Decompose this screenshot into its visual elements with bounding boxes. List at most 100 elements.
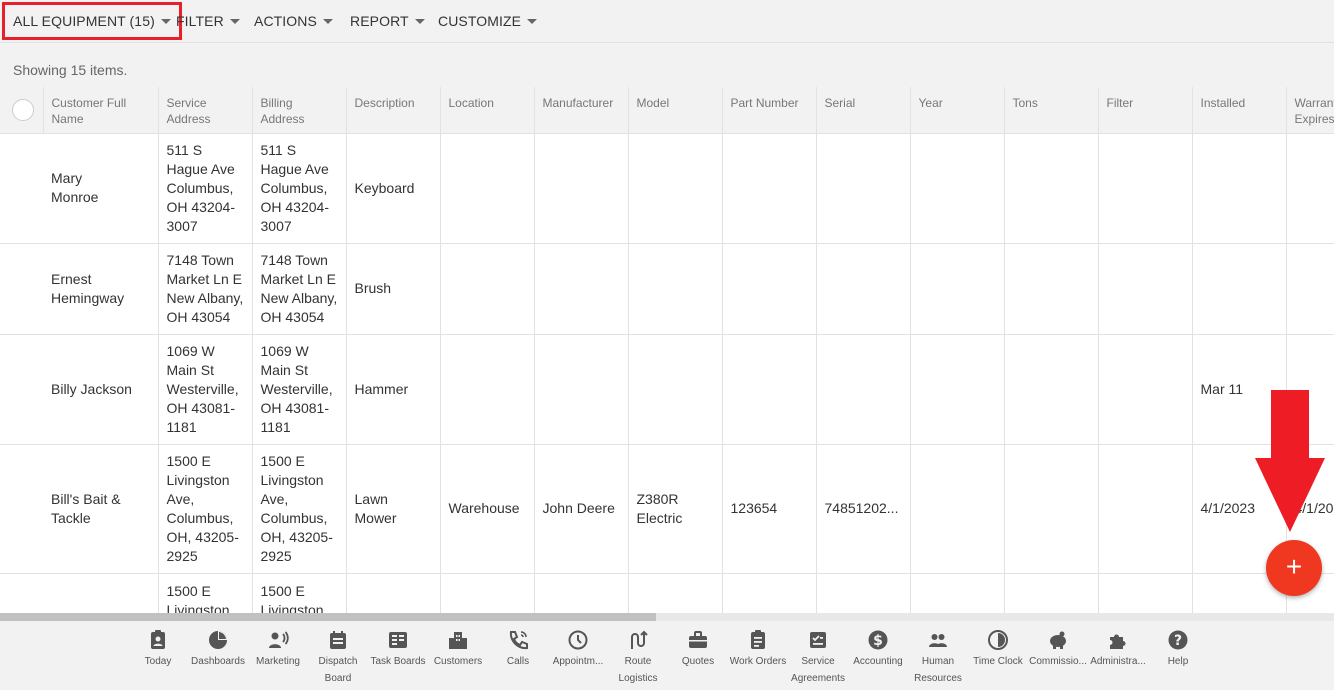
nav-item-task-boards[interactable]: Task Boards [368, 629, 428, 670]
nav-item-calls[interactable]: Calls [488, 629, 548, 670]
column-header[interactable]: Model [628, 87, 723, 134]
table-cell: 7148 Town Market Ln E New Albany, OH 430… [252, 243, 347, 335]
nav-item-marketing[interactable]: Marketing [248, 629, 308, 670]
annotation-arrow-icon [1255, 390, 1325, 532]
piggy-bank-icon [1050, 631, 1066, 649]
filter-menu[interactable]: FILTER [164, 0, 252, 43]
table-cell: Hammer [346, 334, 441, 445]
table-cell [816, 573, 911, 613]
table-cell: Billy Jackson [43, 334, 159, 445]
caret-down-icon [229, 19, 240, 24]
table-row[interactable]: Bill's Bait & Tackle 1500 E Livingston Av… [0, 444, 1334, 574]
nav-item-work-orders[interactable]: Work Orders [728, 629, 788, 670]
table-row[interactable]: Mary Monroe 511 S Hague Ave Columbus, OH … [0, 133, 1334, 244]
nav-item-human-resources[interactable]: Human Resources [908, 629, 968, 687]
nav-item-dashboards[interactable]: Dashboards [188, 629, 248, 670]
table-cell: Warehouse [440, 444, 535, 574]
table-cell [722, 243, 817, 335]
table-cell [1098, 444, 1193, 574]
column-header[interactable]: Billing Address [252, 87, 347, 134]
nav-item-dispatch-board[interactable]: Dispatch Board [308, 629, 368, 687]
table-cell: 74851202... [816, 444, 911, 574]
table-cell: Brush [346, 243, 441, 335]
table-row[interactable]: 1500 E Livingston 1500 E Livingston [0, 573, 1334, 613]
briefcase-icon [689, 631, 707, 648]
nav-item-today[interactable]: Today [128, 629, 188, 670]
nav-item-administra[interactable]: Administra... [1088, 629, 1148, 670]
nav-item-accounting[interactable]: $ Accounting [848, 629, 908, 670]
caret-down-icon [322, 19, 333, 24]
horizontal-scrollbar-thumb[interactable] [0, 613, 656, 621]
column-header[interactable]: Customer Full Name [43, 87, 159, 134]
nav-item-label: Today [144, 656, 172, 667]
svg-text:?: ? [1174, 633, 1182, 649]
nav-item-label: Accounting [853, 656, 903, 667]
column-header[interactable]: Tons [1004, 87, 1099, 134]
column-header[interactable]: Part Number [722, 87, 817, 134]
column-header[interactable]: Service Address [158, 87, 253, 134]
clock-icon [568, 630, 588, 650]
table-cell [910, 243, 1005, 335]
table-cell: 1500 E Livingston Ave, Columbus, OH, 432… [158, 444, 253, 574]
nav-item-label: Task Boards [370, 656, 426, 667]
view-selector-label: ALL EQUIPMENT (15) [13, 13, 155, 29]
megaphone-person-icon [269, 631, 289, 648]
table-cell: John Deere [534, 444, 629, 574]
column-header[interactable]: Serial [816, 87, 911, 134]
table-cell: Mary Monroe [43, 133, 159, 244]
table-cell [628, 133, 723, 244]
nav-item-customers[interactable]: Customers [428, 629, 488, 670]
select-all-checkbox[interactable] [12, 99, 34, 121]
report-menu[interactable]: REPORT [338, 0, 437, 43]
row-select-cell[interactable] [0, 444, 43, 574]
nav-item-quotes[interactable]: Quotes [668, 629, 728, 670]
actions-menu[interactable]: ACTIONS [242, 0, 345, 43]
column-header[interactable]: Year [910, 87, 1005, 134]
caret-down-icon [527, 19, 538, 24]
clipboard-list-icon [751, 630, 765, 649]
nav-item-service-agreements[interactable]: Service Agreements [788, 629, 848, 687]
table-cell [910, 133, 1005, 244]
select-all-header[interactable] [0, 87, 44, 134]
row-select-cell[interactable] [0, 334, 43, 445]
buildings-icon [449, 632, 467, 649]
column-header[interactable]: Manufacturer [534, 87, 629, 134]
nav-item-help[interactable]: ? Help [1148, 629, 1208, 670]
table-cell [910, 573, 1005, 613]
nav-item-label: Appointm... [552, 656, 604, 667]
actions-menu-label: ACTIONS [254, 13, 317, 29]
nav-item-label: Quotes [681, 656, 715, 667]
table-cell: 511 S Hague Ave Columbus, OH 43204- 3007 [252, 133, 347, 244]
table-cell [816, 133, 911, 244]
add-equipment-button[interactable]: + [1266, 540, 1322, 596]
view-selector-dropdown[interactable]: ALL EQUIPMENT (15) [2, 2, 182, 40]
agreement-check-icon [810, 632, 826, 648]
nav-item-label: Commissio... [1029, 656, 1087, 667]
caret-down-icon [414, 19, 425, 24]
nav-item-appointm[interactable]: Appointm... [548, 629, 608, 670]
nav-item-time-clock[interactable]: Time Clock [968, 629, 1028, 670]
column-header[interactable]: Description [346, 87, 441, 134]
nav-item-route-logistics[interactable]: Route Logistics [608, 629, 668, 687]
nav-item-label: Dashboards [191, 656, 245, 667]
column-header[interactable]: Location [440, 87, 535, 134]
table-row[interactable]: Ernest Hemingway 7148 Town Market Ln E Ne… [0, 243, 1334, 335]
table-cell: 1500 E Livingston [252, 573, 347, 613]
nav-item-commissio[interactable]: Commissio... [1028, 629, 1088, 670]
table-row[interactable]: Billy Jackson 1069 W Main St Westerville,… [0, 334, 1334, 445]
help-circle-icon: ? [1168, 630, 1188, 650]
table-cell: 511 S Hague Ave Columbus, OH 43204- 3007 [158, 133, 253, 244]
column-header[interactable]: Warranty Expires [1286, 87, 1334, 134]
row-select-cell[interactable] [0, 133, 43, 244]
column-header[interactable]: Filter [1098, 87, 1193, 134]
table-cell: Ernest Hemingway [43, 243, 159, 335]
nav-item-label: Service Agreements [791, 656, 845, 684]
nav-item-label: Work Orders [729, 656, 787, 667]
table-cell [1098, 573, 1193, 613]
row-select-cell[interactable] [0, 243, 43, 335]
equipment-table: Customer Full Name Service Address Billing… [0, 87, 1334, 613]
row-select-cell[interactable] [0, 573, 43, 613]
customize-menu[interactable]: CUSTOMIZE [426, 0, 549, 43]
column-header[interactable]: Installed [1192, 87, 1287, 134]
table-cell: 123654 [722, 444, 817, 574]
